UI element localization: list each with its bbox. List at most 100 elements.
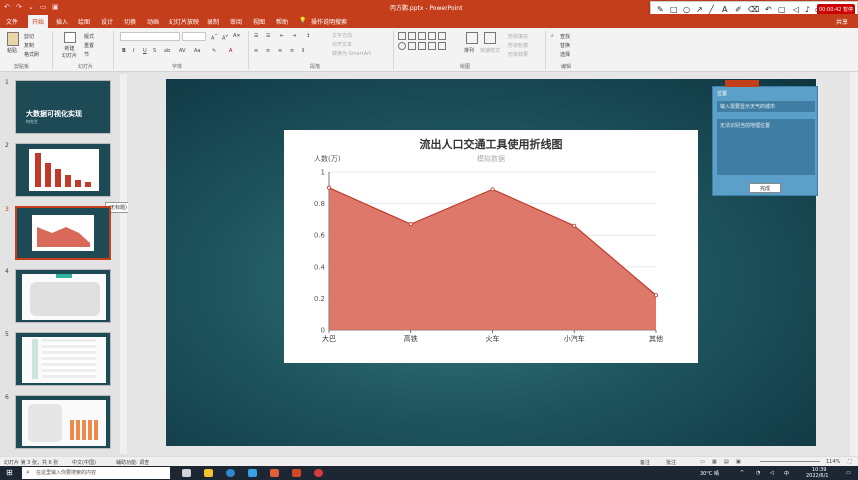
zoom-level[interactable]: 114% <box>826 459 840 465</box>
tab-slideshow[interactable]: 幻灯片放映 <box>169 17 199 26</box>
marker-icon[interactable]: ✐ <box>735 5 742 14</box>
reset-button[interactable]: 重置 <box>84 42 94 49</box>
store-icon[interactable] <box>248 469 257 477</box>
font-name-input[interactable] <box>120 32 180 41</box>
shape-outline-button[interactable]: 形状轮廓 <box>508 42 528 49</box>
windows-start-icon[interactable]: ⊞ <box>6 468 13 477</box>
thumbnail-scrollbar[interactable] <box>120 74 127 454</box>
slide-thumbnail-3[interactable] <box>15 206 111 260</box>
edge-icon[interactable] <box>226 469 235 477</box>
align-left-icon[interactable]: ≡ <box>254 48 258 54</box>
network-icon[interactable]: ◔ <box>756 470 760 476</box>
section-button[interactable]: 节 <box>84 51 89 58</box>
tab-file[interactable]: 文件 <box>6 17 18 26</box>
chart-container[interactable]: 流出人口交通工具使用折线图 模拟数据 人数(万) 0 0.2 0.4 0.6 0.8 1 … <box>284 130 698 363</box>
rectangle-icon[interactable]: □ <box>670 5 678 14</box>
volume-icon[interactable]: ◁ <box>770 470 774 476</box>
zoom-slider[interactable] <box>760 461 820 462</box>
city-input[interactable]: 输入需要显示天气的城市 <box>717 101 815 112</box>
line-shape-icon[interactable] <box>418 32 426 40</box>
grow-font-icon[interactable]: A^ <box>211 33 218 42</box>
tab-draw[interactable]: 绘图 <box>78 17 90 26</box>
change-case-icon[interactable]: Aa <box>194 48 200 54</box>
office-icon[interactable] <box>270 469 279 477</box>
fit-slide-icon[interactable]: ⛶ <box>848 459 852 465</box>
text-icon[interactable]: A <box>722 5 727 14</box>
bracket-shape-icon[interactable] <box>428 42 436 50</box>
powerpoint-icon[interactable] <box>292 469 301 477</box>
taskbar-search-input[interactable]: 在这里输入你要搜索的内容 <box>22 467 170 479</box>
paste-button[interactable]: 粘贴 <box>7 47 17 54</box>
undo-icon[interactable]: ↶ <box>4 3 10 11</box>
convert-smartart-button[interactable]: 转换为 SmartArt <box>332 50 371 57</box>
tab-insert[interactable]: 插入 <box>56 17 68 26</box>
numbering-icon[interactable]: ☰ <box>266 33 270 39</box>
copy-button[interactable]: 复制 <box>24 42 34 49</box>
notification-icon[interactable]: ▭ <box>846 470 851 476</box>
highlight-icon[interactable]: ✎ <box>212 48 216 54</box>
task-view-icon[interactable] <box>182 469 191 477</box>
triangle-shape-icon[interactable] <box>408 42 416 50</box>
shape-fill-button[interactable]: 形状填充 <box>508 33 528 40</box>
pen-icon[interactable]: ✎ <box>657 5 664 14</box>
app-icon[interactable] <box>314 469 323 477</box>
arrow-shape-icon[interactable] <box>438 42 446 50</box>
align-center-icon[interactable]: ≡ <box>266 48 270 54</box>
quick-access-chevron-icon[interactable]: ⌄ <box>28 3 34 11</box>
tab-help[interactable]: 帮助 <box>276 17 288 26</box>
tab-design[interactable]: 设计 <box>101 17 113 26</box>
paste-icon[interactable] <box>7 32 19 46</box>
undo-ink-icon[interactable]: ↶ <box>765 5 772 14</box>
file-explorer-icon[interactable] <box>204 469 213 477</box>
find-icon[interactable]: ⌕ <box>551 33 554 39</box>
normal-view-icon[interactable]: ▭ <box>700 459 705 465</box>
notes-button[interactable]: 备注 <box>640 459 650 466</box>
quick-styles-icon[interactable] <box>484 32 496 44</box>
font-color-icon[interactable]: A <box>229 48 232 54</box>
bold-button[interactable]: B <box>122 48 126 54</box>
slide-thumbnail-5[interactable] <box>15 332 111 386</box>
tab-transitions[interactable]: 切换 <box>124 17 136 26</box>
indent-increase-icon[interactable]: ⇥ <box>292 33 296 39</box>
line-shape-icon[interactable] <box>428 32 436 40</box>
quick-styles-button[interactable]: 快速样式 <box>480 47 500 54</box>
arrange-icon[interactable] <box>466 32 478 44</box>
tell-me-search[interactable]: 操作说明搜索 <box>311 17 347 26</box>
clear-format-icon[interactable]: A✕ <box>233 33 241 39</box>
reading-view-icon[interactable]: ▤ <box>724 459 729 465</box>
save-icon[interactable]: ▣ <box>52 3 59 11</box>
text-direction-button[interactable]: 文字方向 <box>332 32 352 39</box>
tab-animations[interactable]: 动画 <box>147 17 159 26</box>
slide-thumbnail-4[interactable] <box>15 269 111 323</box>
share-button[interactable]: 共享 <box>836 17 848 26</box>
mic-icon[interactable]: ♪ <box>805 5 810 14</box>
clear-icon[interactable]: ▢ <box>778 5 786 14</box>
strikethrough-icon[interactable]: ab <box>164 48 170 54</box>
arrow-icon[interactable]: ↗ <box>696 5 703 14</box>
align-right-icon[interactable]: ≡ <box>278 48 282 54</box>
shape-effects-button[interactable]: 形状效果 <box>508 51 528 58</box>
italic-button[interactable]: I <box>133 48 134 54</box>
line-icon[interactable]: ╱ <box>709 5 714 14</box>
clock-date[interactable]: 2022/6/1 <box>806 473 828 479</box>
slide-thumbnail-6[interactable] <box>15 395 111 449</box>
slide-thumbnail-1[interactable]: 大数据可视化实现 何先生 <box>15 80 111 134</box>
font-size-input[interactable] <box>182 32 206 41</box>
tab-home[interactable]: 开始 <box>28 15 49 28</box>
bullets-icon[interactable]: ☰ <box>254 33 258 39</box>
format-painter-button[interactable]: 格式刷 <box>24 51 39 58</box>
arrange-button[interactable]: 排列 <box>464 47 474 54</box>
find-button[interactable]: 查找 <box>560 33 570 40</box>
comments-button[interactable]: 批注 <box>666 459 676 466</box>
ime-icon[interactable]: 中 <box>784 470 789 477</box>
speaker-icon[interactable]: ◁ <box>793 5 799 14</box>
accessibility-indicator[interactable]: 辅助功能: 调查 <box>116 459 149 466</box>
new-slide-icon[interactable] <box>64 32 76 43</box>
columns-icon[interactable]: ⫴ <box>302 48 304 54</box>
rectangle-shape-icon[interactable] <box>438 32 446 40</box>
slide-thumbnail-2[interactable] <box>15 143 111 197</box>
tray-chevron-icon[interactable]: ^ <box>740 470 744 476</box>
char-spacing-button[interactable]: AV <box>179 48 186 54</box>
present-icon[interactable]: ▭ <box>40 3 47 11</box>
indent-decrease-icon[interactable]: ⇤ <box>280 33 284 39</box>
